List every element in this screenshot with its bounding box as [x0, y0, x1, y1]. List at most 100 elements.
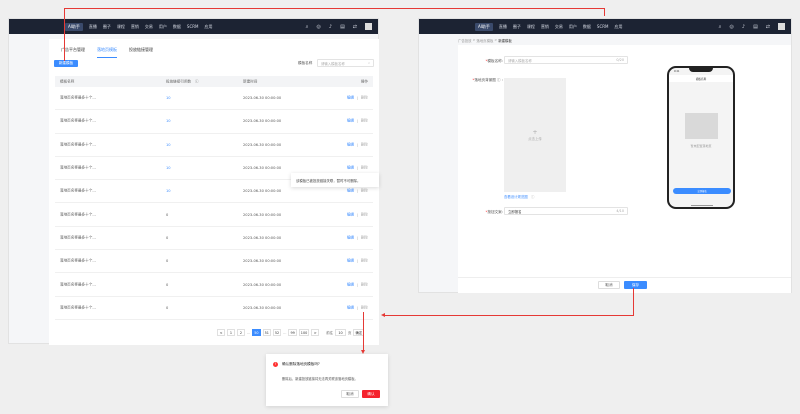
- nav-item[interactable]: 圈子: [513, 24, 521, 30]
- bell-icon[interactable]: ♪: [742, 24, 745, 30]
- nav-item[interactable]: 直播: [89, 24, 97, 30]
- edit-link[interactable]: 编辑: [347, 142, 354, 147]
- page-button[interactable]: 51: [262, 329, 271, 336]
- goto-input[interactable]: 10: [335, 329, 347, 336]
- nav-item[interactable]: 应用: [204, 24, 212, 30]
- avatar[interactable]: [778, 23, 785, 30]
- edit-link[interactable]: 编辑: [347, 259, 354, 264]
- avatar[interactable]: [365, 23, 372, 30]
- created-time: 2023-06-30 00:00:00: [243, 189, 282, 194]
- delete-link[interactable]: 删除: [361, 96, 368, 101]
- template-name: 落地页名称最多十个...: [60, 95, 96, 100]
- phone-cta-button: 立即报名: [673, 188, 731, 194]
- bell-icon[interactable]: ♪: [329, 24, 332, 30]
- nav-item[interactable]: 营销: [541, 24, 549, 30]
- delete-link[interactable]: 删除: [361, 189, 368, 194]
- nav-item[interactable]: SCRM: [187, 24, 199, 29]
- modal-confirm-button[interactable]: 确认: [362, 390, 380, 398]
- list-card: 广告平台管理 落地页模板 投放链接管理 新建模板 模板名称 请输入模板名称 ⌕ 模…: [49, 39, 379, 345]
- nav-item[interactable]: 课程: [527, 24, 535, 30]
- delete-link[interactable]: 删除: [361, 166, 368, 171]
- doc-icon[interactable]: ▤: [340, 24, 345, 30]
- link-ref-count[interactable]: 10: [166, 166, 171, 170]
- link-ref-count: 0: [166, 282, 169, 287]
- nav-item[interactable]: AI助手: [475, 22, 493, 31]
- page-button[interactable]: 99: [288, 329, 297, 336]
- nav-item[interactable]: SCRM: [597, 24, 609, 29]
- link-ref-count[interactable]: 10: [166, 189, 171, 193]
- nav-item[interactable]: 圈子: [103, 24, 111, 30]
- link-ref-count[interactable]: 10: [166, 143, 171, 147]
- table-row: 落地页名称最多十个... 0 2023-06-30 00:00:00 编辑 | …: [55, 227, 373, 251]
- switch-icon[interactable]: ⇄: [353, 24, 357, 30]
- new-template-button[interactable]: 新建模板: [54, 60, 78, 67]
- nav-item[interactable]: 数据: [583, 24, 591, 30]
- edit-link[interactable]: 编辑: [347, 119, 354, 124]
- link-ref-count[interactable]: 10: [166, 119, 171, 123]
- prev-page-button[interactable]: <: [217, 329, 225, 336]
- search-icon: ⌕: [368, 61, 370, 65]
- separator: |: [356, 259, 358, 264]
- nav-item[interactable]: 交易: [555, 24, 563, 30]
- edit-link[interactable]: 编辑: [347, 189, 354, 194]
- help-icon[interactable]: ◎: [316, 24, 320, 30]
- search-icon[interactable]: ⌕: [719, 24, 722, 30]
- nav-item[interactable]: 营销: [131, 24, 139, 30]
- nav-item[interactable]: 交易: [145, 24, 153, 30]
- modal-cancel-button[interactable]: 取消: [341, 390, 359, 398]
- delete-link[interactable]: 删除: [361, 259, 368, 264]
- link-ref-count[interactable]: 10: [166, 96, 171, 100]
- switch-icon[interactable]: ⇄: [766, 24, 770, 30]
- created-time: 2023-06-30 00:00:00: [243, 119, 282, 124]
- page-button[interactable]: 1: [227, 329, 235, 336]
- delete-confirm-modal: ! 确认删除落地页模板吗? 删除后，新建投放链接将无法再关联该落地页模板。 取消…: [266, 354, 388, 406]
- next-page-button[interactable]: >: [311, 329, 320, 336]
- page-button[interactable]: 100: [298, 329, 310, 336]
- background-upload[interactable]: + 点击上传: [504, 78, 566, 192]
- edit-link[interactable]: 编辑: [347, 235, 354, 240]
- nav-item[interactable]: 课程: [117, 24, 125, 30]
- edit-link[interactable]: 编辑: [347, 212, 354, 217]
- delete-disabled-tooltip: 该模板已被投放链接关联，暂时不可删除。: [291, 173, 379, 187]
- nav-item[interactable]: 应用: [614, 24, 622, 30]
- delete-link[interactable]: 删除: [361, 142, 368, 147]
- delete-link[interactable]: 删除: [361, 119, 368, 124]
- doc-icon[interactable]: ▤: [753, 24, 758, 30]
- nav-item[interactable]: 数据: [173, 24, 181, 30]
- template-name-input[interactable]: 请输入模板名称 0/20: [504, 56, 628, 64]
- edit-link[interactable]: 编辑: [347, 282, 354, 287]
- table-header: 模板名称 投放链接引用数 ⓘ 新建时间 操作: [55, 76, 373, 87]
- page-button[interactable]: 2: [237, 329, 245, 336]
- edit-link[interactable]: 编辑: [347, 166, 354, 171]
- search-icon[interactable]: ⌕: [306, 24, 309, 30]
- save-button[interactable]: 保存: [624, 281, 647, 289]
- link-ref-count: 0: [166, 235, 169, 240]
- template-name: 落地页名称最多十个...: [60, 142, 96, 147]
- arrow-head: [381, 313, 385, 317]
- edit-link[interactable]: 编辑: [347, 305, 354, 310]
- delete-link[interactable]: 删除: [361, 305, 368, 310]
- separator: |: [356, 166, 358, 171]
- example-link[interactable]: 查看设计规范图: [504, 194, 528, 199]
- tab-link-manage[interactable]: 投放链接管理: [129, 47, 153, 58]
- form-card: *模板名称: 请输入模板名称 0/20 *落地页背景图 ⓘ : + 点击上传 查看…: [458, 45, 791, 277]
- nav-item[interactable]: 用户: [159, 24, 167, 30]
- page-button[interactable]: 50: [252, 329, 261, 336]
- button-text-input[interactable]: 立即报名 4/10: [504, 207, 628, 215]
- delete-link[interactable]: 删除: [361, 235, 368, 240]
- cancel-button[interactable]: 取消: [598, 281, 620, 289]
- page-unit: 页: [348, 331, 352, 335]
- nav-item[interactable]: 用户: [569, 24, 577, 30]
- help-icon[interactable]: ◎: [729, 24, 733, 30]
- pagination: <1 2... 50 51 52... 99 100 > 前往 10 页 确定: [217, 329, 365, 336]
- nav-item[interactable]: AI助手: [65, 22, 83, 31]
- nav-item[interactable]: 直播: [499, 24, 507, 30]
- edit-link[interactable]: 编辑: [347, 96, 354, 101]
- delete-link[interactable]: 删除: [361, 282, 368, 287]
- tab-landing-template[interactable]: 落地页模板: [97, 47, 117, 58]
- link-ref-count: 0: [166, 259, 169, 264]
- page-button[interactable]: 52: [272, 329, 282, 336]
- template-name: 落地页名称最多十个...: [60, 212, 96, 217]
- delete-link[interactable]: 删除: [361, 212, 368, 217]
- search-input[interactable]: 请输入模板名称 ⌕: [317, 59, 374, 67]
